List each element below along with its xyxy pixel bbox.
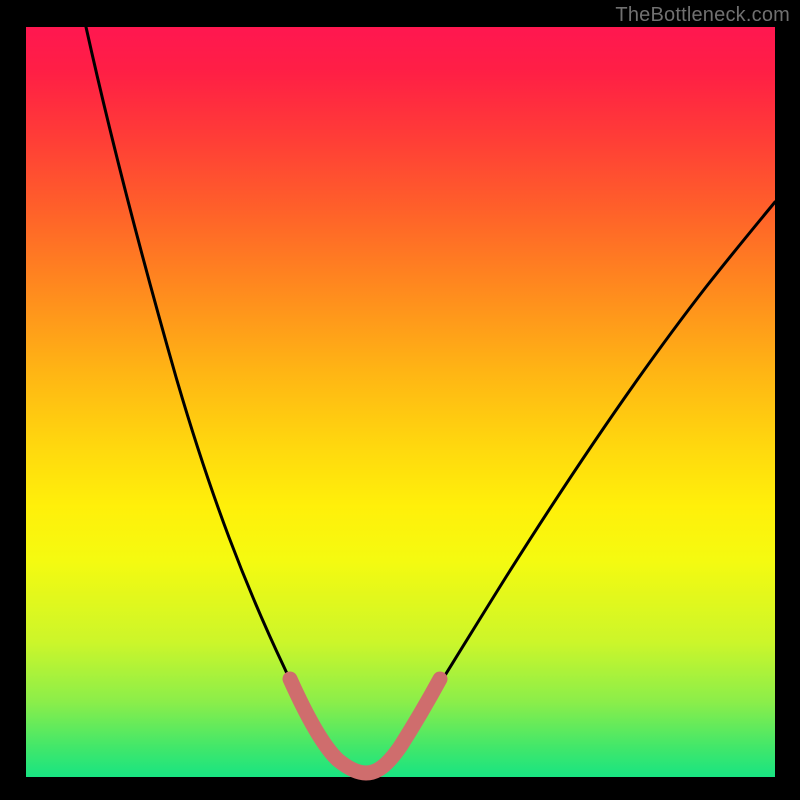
bottleneck-curve xyxy=(86,27,775,773)
optimal-range-highlight xyxy=(290,679,440,773)
chart-svg xyxy=(26,27,775,777)
watermark-text: TheBottleneck.com xyxy=(615,4,790,27)
chart-frame: TheBottleneck.com xyxy=(0,0,800,800)
